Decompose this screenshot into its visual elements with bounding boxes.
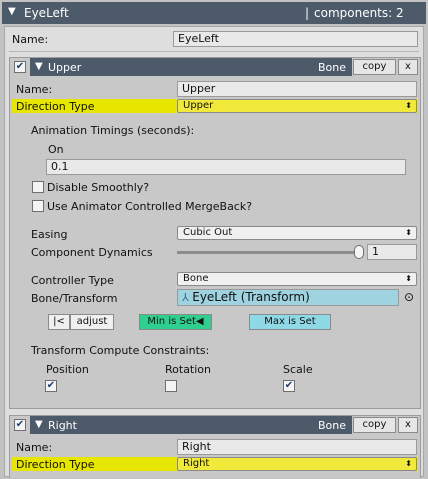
easing-label: Easing — [31, 228, 68, 241]
scale-label: Scale — [283, 363, 313, 376]
right-enable-checkbox[interactable]: ✔ — [14, 419, 26, 431]
prev-button[interactable]: |< — [48, 314, 70, 330]
divider — [9, 51, 419, 52]
inspector-title-bar: ▼ EyeLeft | components: 2 — [2, 2, 426, 24]
component-count: components: 2 — [314, 6, 404, 20]
right-section: ✔ ▼ Right Bone copy x Name: Right Direct… — [9, 415, 421, 478]
bone-transform-label: Bone/Transform — [31, 292, 118, 305]
use-animator-checkbox[interactable] — [32, 200, 44, 212]
disable-smoothly-checkbox[interactable] — [32, 181, 44, 193]
animation-timings-label: Animation Timings (seconds): — [31, 124, 195, 137]
inspector-panel: Name: EyeLeft ✔ ▼ Upper Bone copy x Name… — [4, 26, 424, 478]
rotation-checkbox[interactable] — [165, 380, 177, 392]
controller-type-dropdown[interactable]: Bone ⬍ — [177, 272, 417, 286]
min-is-set-button[interactable]: Min is Set◀ — [139, 314, 212, 330]
constraints-label: Transform Compute Constraints: — [31, 344, 210, 357]
right-direction-type-value: Right — [183, 458, 210, 469]
easing-value: Cubic Out — [183, 227, 233, 238]
disable-smoothly-label: Disable Smoothly? — [47, 181, 150, 194]
target-picker-icon[interactable]: ⊙ — [404, 290, 414, 304]
upper-title: Upper — [48, 61, 82, 74]
title-separator: | — [305, 6, 310, 20]
right-name-label: Name: — [16, 441, 53, 454]
position-label: Position — [46, 363, 89, 376]
collapse-icon[interactable]: ▼ — [35, 61, 43, 72]
copy-button[interactable]: copy — [353, 59, 396, 75]
direction-type-label: Direction Type — [16, 100, 95, 113]
bone-transform-field[interactable]: ⅄ EyeLeft (Transform) — [177, 289, 399, 306]
dropdown-arrow-icon: ⬍ — [405, 228, 412, 237]
controller-type-label: Controller Type — [31, 274, 114, 287]
on-label: On — [48, 143, 64, 156]
right-direction-type-label: Direction Type — [16, 458, 95, 471]
name-field[interactable]: EyeLeft — [173, 31, 418, 47]
close-button[interactable]: x — [398, 417, 418, 433]
right-direction-type-dropdown[interactable]: Right ⬍ — [177, 457, 417, 471]
dynamics-slider-track[interactable] — [177, 251, 360, 254]
upper-section: ✔ ▼ Upper Bone copy x Name: Upper Direct… — [9, 57, 421, 409]
adjust-button[interactable]: adjust — [70, 314, 114, 330]
upper-name-field[interactable]: Upper — [177, 81, 417, 97]
right-header[interactable]: ▼ Right Bone — [30, 416, 352, 434]
dropdown-arrow-icon: ⬍ — [405, 459, 412, 468]
close-button[interactable]: x — [398, 59, 418, 75]
easing-dropdown[interactable]: Cubic Out ⬍ — [177, 226, 417, 240]
upper-header[interactable]: ▼ Upper Bone — [30, 58, 352, 76]
direction-type-dropdown[interactable]: Upper ⬍ — [177, 99, 417, 113]
copy-button[interactable]: copy — [353, 417, 396, 433]
right-type: Bone — [317, 419, 346, 432]
dropdown-arrow-icon: ⬍ — [405, 274, 412, 283]
max-is-set-button[interactable]: Max is Set — [249, 314, 331, 330]
direction-type-value: Upper — [183, 100, 214, 111]
bone-transform-value: EyeLeft (Transform) — [192, 290, 310, 304]
object-title: EyeLeft — [24, 6, 69, 20]
on-timing-field[interactable]: 0.1 — [46, 159, 406, 175]
position-checkbox[interactable]: ✔ — [45, 380, 57, 392]
rotation-label: Rotation — [165, 363, 212, 376]
dynamics-slider-thumb[interactable] — [354, 245, 364, 259]
name-label: Name: — [12, 33, 49, 46]
upper-enable-checkbox[interactable]: ✔ — [14, 61, 26, 73]
dynamics-value-field[interactable]: 1 — [367, 244, 417, 260]
component-dynamics-label: Component Dynamics — [31, 246, 153, 259]
controller-type-value: Bone — [183, 273, 209, 284]
right-title: Right — [48, 419, 77, 432]
dropdown-arrow-icon: ⬍ — [405, 101, 412, 110]
right-name-field[interactable]: Right — [177, 439, 417, 455]
upper-type: Bone — [317, 61, 346, 74]
scale-checkbox[interactable]: ✔ — [283, 380, 295, 392]
bone-icon: ⅄ — [182, 291, 189, 304]
upper-name-label: Name: — [16, 83, 53, 96]
collapse-icon[interactable]: ▼ — [35, 419, 43, 430]
use-animator-label: Use Animator Controlled MergeBack? — [47, 200, 253, 213]
collapse-icon[interactable]: ▼ — [8, 6, 16, 17]
